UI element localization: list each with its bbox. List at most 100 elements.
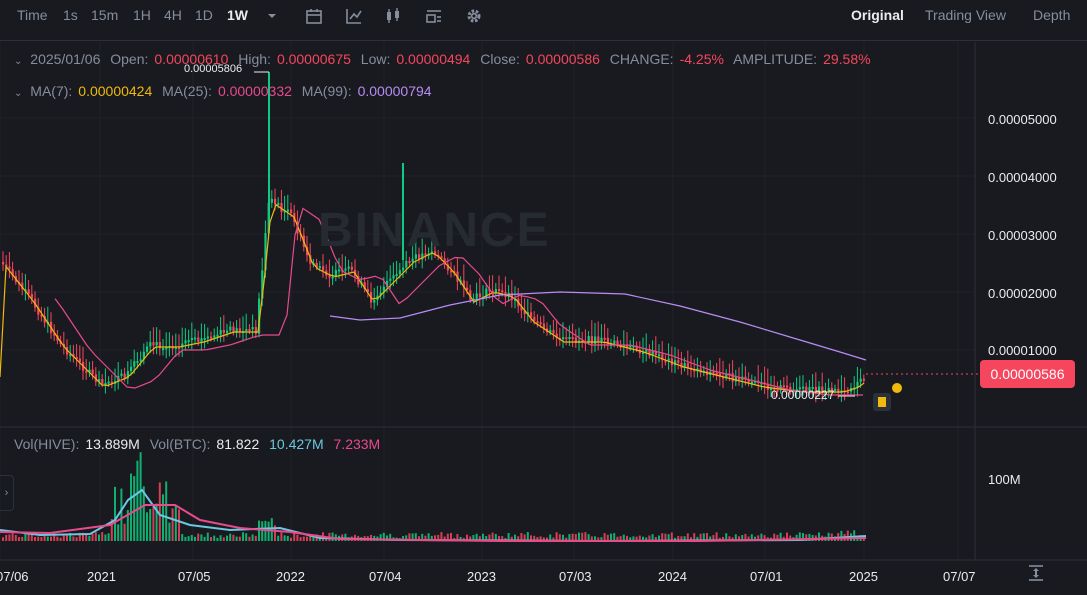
volume-bar (168, 522, 171, 541)
vol-btc-label: Vol(BTC): (149, 436, 211, 452)
candle-body (373, 299, 376, 303)
volume-bar (222, 537, 225, 541)
ma99-value: 0.00000794 (357, 83, 432, 99)
candle-body (536, 321, 539, 324)
candle-body (318, 266, 321, 269)
volume-bar (296, 534, 299, 541)
expand-sidebar-button[interactable]: › (0, 475, 14, 511)
volume-bar (136, 460, 139, 541)
candle-body (334, 269, 337, 277)
candle-body (286, 209, 289, 212)
volume-bar (18, 537, 20, 541)
volume-bar (219, 535, 222, 541)
candle-body (101, 379, 104, 385)
ohlc-legend: ⌄ 2025/01/06 Open: 0.00000610 High: 0.0000… (14, 51, 877, 67)
current-price-tag: 0.00000586 (980, 360, 1075, 388)
volume-bar (104, 534, 107, 541)
volume-bar (584, 532, 587, 541)
candle-body (862, 378, 865, 381)
candle-body (216, 334, 219, 337)
candle-body (530, 312, 533, 317)
volume-bar (37, 536, 40, 541)
candle-body (398, 270, 401, 275)
volume-bar (206, 532, 209, 541)
volume-bar (158, 482, 161, 541)
volume-bar (46, 536, 49, 541)
y-tick: 0.00003000 (988, 228, 1057, 243)
candle-body (139, 359, 142, 362)
candle-body (590, 336, 593, 344)
candle-body (501, 290, 504, 293)
candle-body (658, 354, 661, 357)
candle-body (568, 336, 571, 339)
autoscale-icon[interactable] (1027, 564, 1045, 582)
volume-ma1-line (0, 488, 867, 543)
volume-bar (114, 486, 116, 541)
volume-bar (162, 494, 164, 541)
volume-bar (101, 532, 104, 541)
candle-body (245, 329, 248, 332)
volume-bar (846, 530, 849, 541)
candle-body (203, 337, 206, 340)
volume-bar (238, 536, 241, 541)
candle-body (146, 346, 149, 352)
high-value: 0.00000675 (276, 51, 351, 67)
candle-body (338, 269, 341, 272)
candle-body (123, 373, 126, 379)
ma7-value: 0.00000424 (78, 83, 153, 99)
candle-body (251, 327, 254, 330)
candle-body (210, 336, 213, 339)
close-value: 0.00000586 (525, 51, 600, 67)
open-label: Open: (110, 51, 149, 67)
x-tick: 07/05 (178, 569, 211, 584)
volume-bar (165, 481, 168, 541)
volume-bar (59, 537, 62, 541)
volume-bar (194, 536, 196, 541)
candle-body (274, 198, 277, 205)
x-tick: 2023 (467, 569, 496, 584)
candle-body (562, 337, 565, 340)
amplitude-value: 29.58% (823, 51, 871, 67)
candle-body (322, 266, 325, 271)
candle-body (254, 327, 257, 334)
volume-bar (181, 534, 184, 541)
candle-body (2, 262, 5, 265)
low-label: Low: (360, 51, 391, 67)
candle-body (155, 341, 158, 346)
volume-bar (149, 509, 152, 541)
volume-bar (40, 537, 43, 541)
volume-bar (254, 535, 257, 541)
volume-bar (306, 536, 308, 541)
candle-body (91, 369, 94, 375)
x-tick: 07/06 (0, 569, 29, 584)
volume-bar (235, 536, 238, 541)
candle-body (152, 342, 155, 346)
volume-bar (242, 532, 244, 541)
candle-body (133, 361, 136, 367)
candle-body (229, 326, 232, 331)
volume-bar (30, 534, 33, 541)
candle-body (130, 366, 133, 372)
volume-bar (94, 532, 97, 541)
vol-btc-value: 81.822 (216, 436, 260, 452)
candle-body (187, 340, 190, 343)
volume-bar (302, 536, 305, 541)
candle-body (120, 373, 123, 376)
binance-watermark: BINANCE (318, 204, 551, 257)
candle-body (402, 267, 405, 271)
volume-bar (85, 534, 88, 541)
ma7-label: MA(7): (30, 83, 73, 99)
low-value: 0.00000494 (396, 51, 471, 67)
candle-body (222, 329, 225, 333)
volume-bar (8, 534, 11, 541)
volume-bar (216, 537, 219, 541)
collapse-chevron-icon[interactable]: ⌄ (14, 56, 22, 67)
volume-bar (248, 536, 251, 541)
candle-body (587, 336, 590, 342)
ma-legend: ⌄ MA(7): 0.00000424 MA(25): 0.00000332 MA(… (14, 83, 438, 99)
vol-ma2-value: 7.233M (333, 436, 381, 452)
ma-collapse-chevron-icon[interactable]: ⌄ (14, 88, 22, 99)
candle-body (206, 336, 209, 339)
ma25-label: MA(25): (162, 83, 212, 99)
ohlc-date: 2025/01/06 (30, 51, 101, 67)
